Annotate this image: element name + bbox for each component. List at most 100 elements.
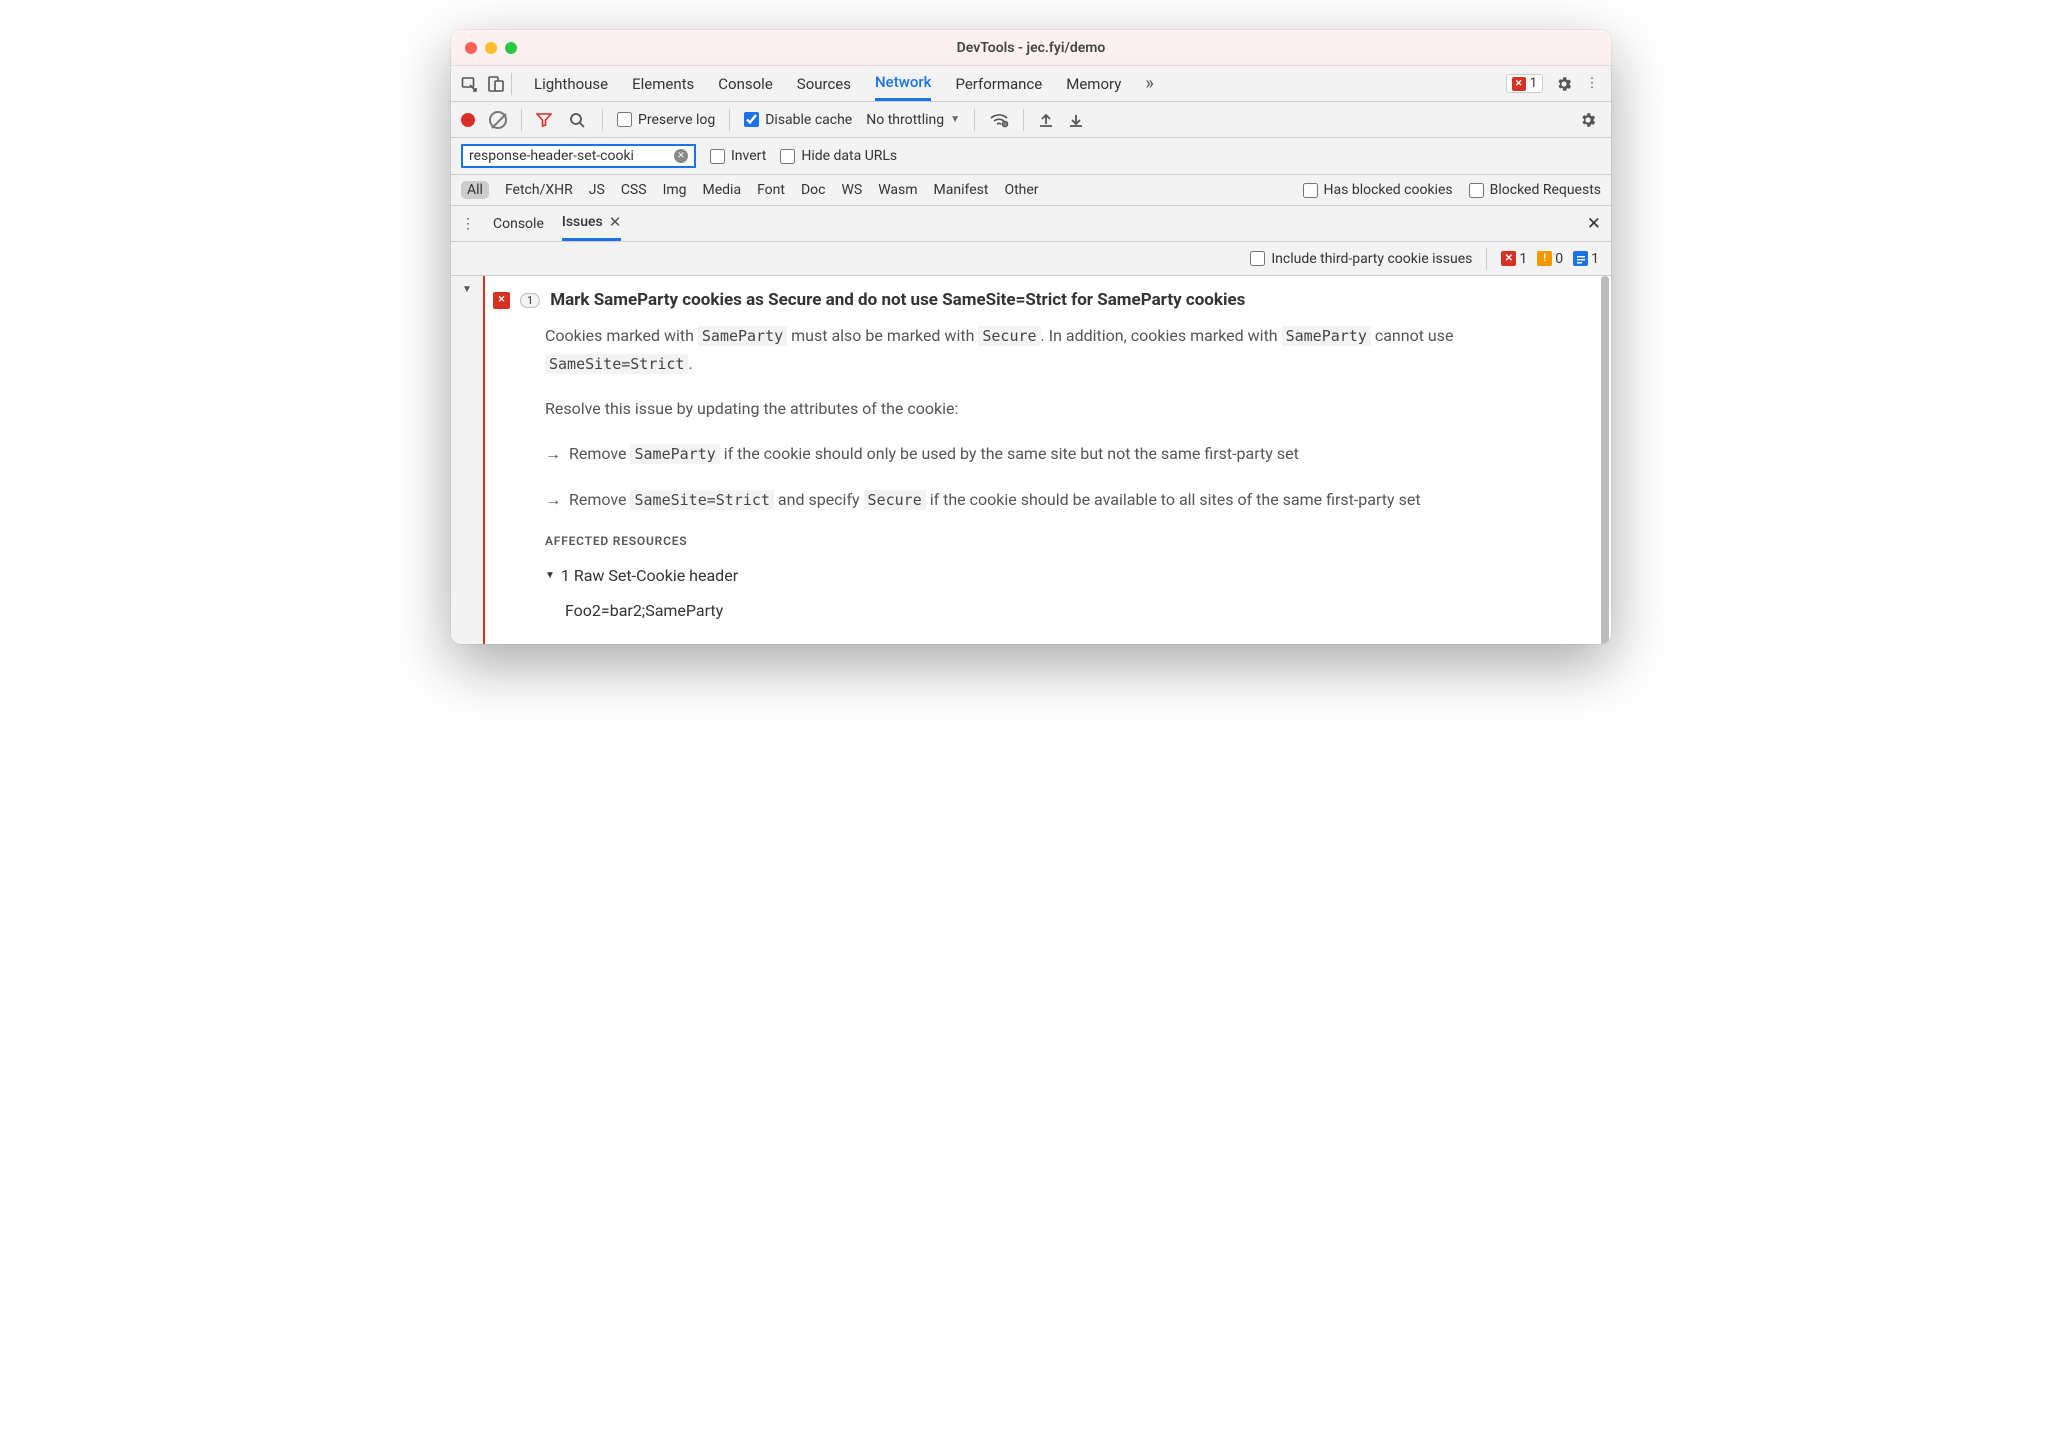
network-settings-gear-icon[interactable] <box>1579 111 1601 129</box>
export-har-icon[interactable] <box>1068 112 1084 128</box>
type-filter-row: All Fetch/XHR JS CSS Img Media Font Doc … <box>451 175 1611 206</box>
invert-input[interactable] <box>710 149 725 164</box>
main-toolbar: Lighthouse Elements Console Sources Netw… <box>451 66 1611 102</box>
expand-triangle-icon[interactable]: ▼ <box>545 567 555 584</box>
issue-body: ▼ ✕ 1 Mark SameParty cookies as Secure a… <box>451 276 1611 644</box>
invert-checkbox[interactable]: Invert <box>710 148 766 164</box>
divider <box>1486 248 1487 270</box>
blocked-requests-input[interactable] <box>1469 183 1484 198</box>
text: . <box>688 354 692 373</box>
clear-filter-icon[interactable]: ✕ <box>674 149 688 163</box>
type-css[interactable]: CSS <box>621 182 647 198</box>
more-tabs-chevron-icon[interactable]: » <box>1145 73 1153 94</box>
expand-triangle-icon[interactable]: ▼ <box>462 284 472 295</box>
warning-count-item[interactable]: ! 0 <box>1537 251 1563 267</box>
text: must also be marked with <box>787 326 978 345</box>
clear-button[interactable] <box>489 111 507 129</box>
hide-data-urls-input[interactable] <box>780 149 795 164</box>
close-tab-icon[interactable]: ✕ <box>609 213 622 231</box>
error-count-item[interactable]: ✕ 1 <box>1501 251 1527 267</box>
has-blocked-cookies-input[interactable] <box>1303 183 1318 198</box>
type-font[interactable]: Font <box>757 182 785 198</box>
code: SameParty <box>630 444 719 464</box>
main-tabs: Lighthouse Elements Console Sources Netw… <box>534 66 1502 101</box>
type-img[interactable]: Img <box>663 182 687 198</box>
hide-data-urls-label: Hide data URLs <box>801 148 897 164</box>
type-all[interactable]: All <box>461 181 489 199</box>
issue-description: Cookies marked with SameParty must also … <box>485 322 1593 624</box>
preserve-log-checkbox[interactable]: Preserve log <box>617 112 715 128</box>
affected-resource-row[interactable]: ▼ 1 Raw Set-Cookie header <box>545 562 1593 589</box>
error-count-badge[interactable]: ✕ 1 <box>1506 74 1543 93</box>
warning-count-value: 0 <box>1555 251 1563 267</box>
type-media[interactable]: Media <box>703 182 742 198</box>
filter-value: response-header-set-cooki <box>469 148 634 164</box>
issue-paragraph-2: Resolve this issue by updating the attri… <box>545 395 1593 422</box>
type-fetch-xhr[interactable]: Fetch/XHR <box>505 182 573 198</box>
type-wasm[interactable]: Wasm <box>878 182 917 198</box>
network-conditions-icon[interactable] <box>989 112 1009 128</box>
include-third-party-input[interactable] <box>1250 251 1265 266</box>
type-manifest[interactable]: Manifest <box>934 182 989 198</box>
text: Remove <box>569 444 630 463</box>
text: Cookies marked with <box>545 326 698 345</box>
scrollbar[interactable] <box>1601 276 1609 644</box>
tab-elements[interactable]: Elements <box>632 66 694 101</box>
settings-gear-icon[interactable] <box>1555 75 1577 93</box>
tab-lighthouse[interactable]: Lighthouse <box>534 66 608 101</box>
tab-performance[interactable]: Performance <box>955 66 1042 101</box>
inspect-element-icon[interactable] <box>459 73 481 95</box>
issue-gutter: ▼ <box>451 276 485 644</box>
filter-row: response-header-set-cooki ✕ Invert Hide … <box>451 138 1611 175</box>
arrow-icon: → <box>545 486 561 514</box>
type-other[interactable]: Other <box>1004 182 1038 198</box>
error-count: 1 <box>1530 76 1537 91</box>
error-square-icon: ✕ <box>1501 251 1516 266</box>
text: and specify <box>774 490 864 509</box>
type-js[interactable]: JS <box>589 182 605 198</box>
tab-network[interactable]: Network <box>875 66 931 101</box>
disable-cache-checkbox[interactable]: Disable cache <box>744 112 852 128</box>
issues-toolbar: Include third-party cookie issues ✕ 1 ! … <box>451 242 1611 276</box>
error-icon: ✕ <box>1512 77 1526 91</box>
affected-resource-value: Foo2=bar2;SameParty <box>545 597 1593 624</box>
divider <box>1023 109 1024 131</box>
tab-console[interactable]: Console <box>718 66 773 101</box>
device-toggle-icon[interactable] <box>485 73 507 95</box>
main-menu-kebab-icon[interactable]: ⋮ <box>1581 76 1603 91</box>
code: Secure <box>864 490 926 510</box>
filter-toggle-icon[interactable] <box>536 112 552 128</box>
issue-header[interactable]: ✕ 1 Mark SameParty cookies as Secure and… <box>485 286 1593 322</box>
tab-sources[interactable]: Sources <box>797 66 851 101</box>
throttling-select[interactable]: No throttling ▼ <box>866 112 960 128</box>
issue-bullet-1: → Remove SameParty if the cookie should … <box>545 440 1593 468</box>
preserve-log-input[interactable] <box>617 112 632 127</box>
tab-memory[interactable]: Memory <box>1066 66 1121 101</box>
code: SameSite=Strict <box>630 490 773 510</box>
search-icon[interactable] <box>566 109 588 131</box>
drawer-close-icon[interactable]: ✕ <box>1587 214 1601 234</box>
info-count-value: 1 <box>1591 251 1599 267</box>
divider <box>974 109 975 131</box>
titlebar: DevTools - jec.fyi/demo <box>451 30 1611 66</box>
devtools-window: DevTools - jec.fyi/demo Lighthouse Eleme… <box>451 30 1611 644</box>
drawer-tab-console[interactable]: Console <box>493 206 544 241</box>
dropdown-triangle-icon: ▼ <box>950 114 960 125</box>
type-ws[interactable]: WS <box>841 182 862 198</box>
record-button[interactable] <box>461 113 475 127</box>
include-third-party-checkbox[interactable]: Include third-party cookie issues <box>1250 251 1472 267</box>
hide-data-urls-checkbox[interactable]: Hide data URLs <box>780 148 897 164</box>
filter-input[interactable]: response-header-set-cooki ✕ <box>461 144 696 168</box>
type-doc[interactable]: Doc <box>801 182 826 198</box>
issue-bullet-2: → Remove SameSite=Strict and specify Sec… <box>545 486 1593 514</box>
text: if the cookie should only be used by the… <box>720 444 1299 463</box>
issue-title: Mark SameParty cookies as Secure and do … <box>550 290 1245 310</box>
issue-paragraph-1: Cookies marked with SameParty must also … <box>545 322 1593 377</box>
drawer-menu-kebab-icon[interactable]: ⋮ <box>461 216 475 232</box>
import-har-icon[interactable] <box>1038 112 1054 128</box>
blocked-requests-checkbox[interactable]: Blocked Requests <box>1469 182 1601 198</box>
has-blocked-cookies-checkbox[interactable]: Has blocked cookies <box>1303 182 1453 198</box>
drawer-tab-issues[interactable]: Issues ✕ <box>562 206 621 241</box>
info-count-item[interactable]: 1 <box>1573 251 1599 267</box>
disable-cache-input[interactable] <box>744 112 759 127</box>
